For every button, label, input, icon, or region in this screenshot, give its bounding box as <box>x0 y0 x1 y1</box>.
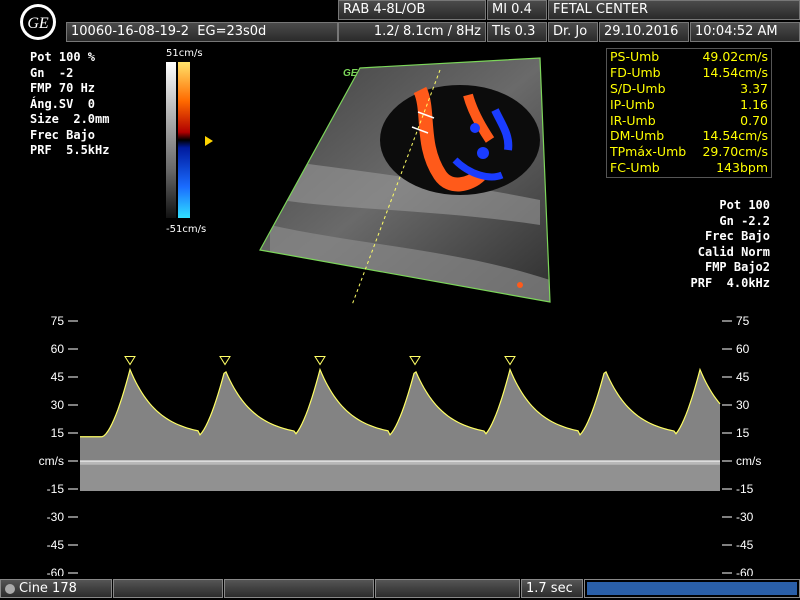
svg-text:GE: GE <box>27 15 49 32</box>
y-tick-label: 45 <box>736 370 750 384</box>
patient-id-label: 10060-16-08-19-2 EG=23s0d <box>66 22 338 42</box>
param-line: Frec Bajo <box>704 229 770 243</box>
measurement-value: 1.16 <box>740 96 768 112</box>
y-tick-label: 15 <box>736 426 750 440</box>
y-tick-label: 75 <box>736 314 750 328</box>
reverse-flow-band <box>80 461 720 491</box>
y-tick-label: -15 <box>47 482 65 496</box>
measurement-row: IP-Umb 1.16 <box>607 97 771 113</box>
measurement-label: FC-Umb <box>610 160 660 176</box>
param-line: FMP 70 Hz <box>30 81 96 95</box>
header-bar: GE RAB 4-8L/OB MI 0.4 FETAL CENTER 10060… <box>0 0 800 44</box>
y-tick-label: -30 <box>736 510 754 524</box>
y-tick-label: 45 <box>51 370 65 384</box>
peak-marker-icon <box>314 356 326 366</box>
param-line: Size 2.0mm <box>30 112 110 126</box>
y-tick-label: 60 <box>51 342 65 356</box>
param-line: Frec Bajo <box>30 127 96 142</box>
measurement-value: 3.37 <box>740 80 768 96</box>
y-tick-label: 30 <box>51 398 65 412</box>
cine-icon <box>5 583 15 594</box>
param-line: Pot 100 <box>719 198 770 212</box>
y-tick-label: 15 <box>51 426 65 440</box>
soft-key[interactable] <box>224 579 374 598</box>
gestational-age: EG=23s0d <box>197 24 267 39</box>
measurement-value: 14.54cm/s <box>702 64 768 80</box>
cine-progress[interactable] <box>584 579 800 598</box>
peak-marker-icon <box>219 356 231 366</box>
bmode-image: GE <box>259 57 551 306</box>
soft-key[interactable] <box>375 579 520 598</box>
param-line: Gn -2 <box>30 65 74 80</box>
cine-box[interactable]: Cine 178 <box>0 579 112 598</box>
time-label: 10:04:52 AM <box>690 22 800 42</box>
spectrum-waveform <box>80 356 721 491</box>
cine-label: Cine 178 <box>19 581 77 596</box>
doctor-label: Dr. Jo <box>548 22 598 42</box>
ge-logo-icon: GE <box>20 4 56 40</box>
measurement-row: FD-Umb 14.54cm/s <box>607 65 771 81</box>
date-label: 29.10.2016 <box>599 22 689 42</box>
measurement-value: 29.70cm/s <box>702 144 768 160</box>
measurement-value: 49.02cm/s <box>702 49 768 64</box>
param-line: Gn -2.2 <box>719 213 770 228</box>
measurement-row: TPmáx-Umb 29.70cm/s <box>607 144 771 160</box>
peak-marker-icon <box>409 356 421 366</box>
y-tick-label: 30 <box>736 398 750 412</box>
ge-mark: GE <box>343 68 358 79</box>
measurement-label: S/D-Umb <box>610 80 666 96</box>
peak-marker-icon <box>504 356 516 366</box>
soft-key[interactable] <box>113 579 223 598</box>
patient-id: 10060-16-08-19-2 <box>71 24 190 39</box>
y-tick-label: -60 <box>736 566 754 576</box>
y-tick-label: -30 <box>47 510 65 524</box>
mi-label: MI 0.4 <box>487 0 547 20</box>
measurements-panel: PS-Umb 49.02cm/s FD-Umb 14.54cm/s S/D-Umb 3… <box>606 48 772 178</box>
tis-label: TIs 0.3 <box>487 22 547 42</box>
center-label: FETAL CENTER <box>548 0 800 20</box>
measurement-label: PS-Umb <box>610 49 660 64</box>
measurement-label: IP-Umb <box>610 96 655 112</box>
baseline-marker-icon <box>205 136 213 146</box>
measurement-row: S/D-Umb 3.37 <box>607 81 771 97</box>
param-line: FMP Bajo2 <box>704 260 770 274</box>
footer-bar: Cine 178 1.7 sec <box>0 577 800 600</box>
y-tick-label: cm/s <box>736 454 761 468</box>
measurement-label: IR-Umb <box>610 112 656 128</box>
param-line: PRF 4.0kHz <box>690 275 770 290</box>
measurement-label: DM-Umb <box>610 128 665 144</box>
measurement-row: FC-Umb 143bpm <box>607 160 771 176</box>
param-line: PRF 5.5kHz <box>30 143 110 157</box>
depth-label: 1.2/ 8.1cm / 8Hz <box>338 22 486 42</box>
probe-label: RAB 4-8L/OB <box>338 0 486 20</box>
y-tick-label: -45 <box>736 538 754 552</box>
color-velocity-bar <box>178 62 190 218</box>
y-tick-label: -60 <box>47 566 65 576</box>
measurement-label: TPmáx-Umb <box>610 144 687 160</box>
y-tick-label: -45 <box>47 538 65 552</box>
y-tick-label: -15 <box>736 482 754 496</box>
measurement-label: FD-Umb <box>610 64 661 80</box>
y-tick-label: cm/s <box>39 454 64 468</box>
measurement-row: IR-Umb 0.70 <box>607 113 771 129</box>
param-line: Pot 100 % <box>30 50 96 64</box>
measurement-value: 14.54cm/s <box>702 128 768 144</box>
y-tick-label: 75 <box>51 314 65 328</box>
param-line: Áng.SV 0 <box>30 96 96 111</box>
doppler-spectrum: 75 60 45 30 15 cm/s -15 -30 -45 -60 75 60 45 30 15 cm/… <box>39 314 762 576</box>
colorbar-top-label: 51cm/s <box>166 48 203 59</box>
param-line: Calid Norm <box>697 244 770 259</box>
measurement-row: DM-Umb 14.54cm/s <box>607 128 771 144</box>
measurement-value: 143bpm <box>716 160 768 176</box>
y-tick-label: 60 <box>736 342 750 356</box>
right-parameters: Pot 100 Gn -2.2 Frec Bajo Calid Norm FMP… <box>691 198 770 291</box>
sweep-label: 1.7 sec <box>521 579 583 598</box>
measurement-value: 0.70 <box>740 112 768 128</box>
cine-progress-fill <box>587 582 797 595</box>
colorbar-bottom-label: -51cm/s <box>166 224 207 235</box>
left-parameters: Pot 100 % Gn -2 FMP 70 Hz Áng.SV 0 Size … <box>30 50 109 159</box>
grayscale-bar <box>166 62 176 218</box>
peak-marker-icon <box>124 356 136 366</box>
measurement-row: PS-Umb 49.02cm/s <box>607 49 771 65</box>
